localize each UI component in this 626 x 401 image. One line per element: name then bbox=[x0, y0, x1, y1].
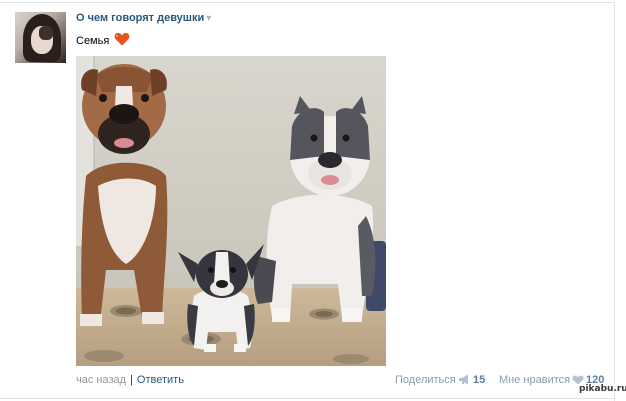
pikabu-watermark: pikabu.ru bbox=[577, 384, 626, 394]
heart-icon bbox=[114, 32, 130, 46]
community-name-link[interactable]: О чем говорят девушки ▾ bbox=[76, 12, 211, 24]
megaphone-icon[interactable] bbox=[458, 374, 471, 385]
post-text-label: Семья bbox=[76, 35, 110, 47]
share-count[interactable]: 15 bbox=[473, 374, 485, 386]
avatar-hand bbox=[39, 26, 53, 40]
post-frame-bottom bbox=[0, 398, 614, 399]
post-photo[interactable] bbox=[76, 56, 386, 366]
post-text: Семья bbox=[76, 32, 130, 47]
footer-separator: | bbox=[130, 374, 133, 386]
like-button[interactable]: Мне нравится bbox=[499, 374, 570, 386]
community-avatar[interactable] bbox=[15, 12, 66, 63]
post-time[interactable]: час назад bbox=[76, 374, 126, 386]
post-footer-left: час назад | Ответить bbox=[76, 374, 184, 386]
post-frame-right bbox=[614, 2, 615, 401]
chevron-down-icon[interactable]: ▾ bbox=[206, 13, 211, 24]
share-button[interactable]: Поделиться bbox=[395, 374, 456, 386]
post-frame-top bbox=[0, 2, 614, 3]
community-name-text[interactable]: О чем говорят девушки bbox=[76, 12, 204, 24]
reply-link[interactable]: Ответить bbox=[137, 374, 184, 386]
